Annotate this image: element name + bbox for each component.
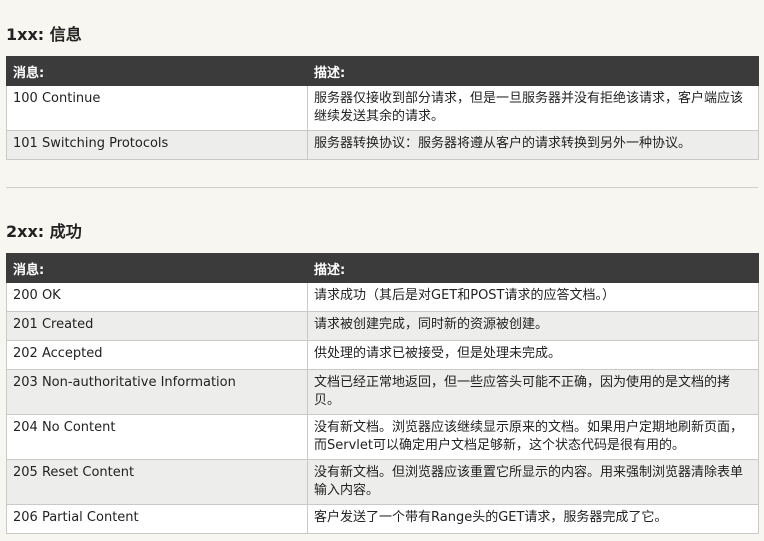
table-row: 205 Reset Content 没有新文档。但浏览器应该重置它所显示的内容。… (6, 459, 759, 505)
column-header-message: 消息: (6, 56, 308, 86)
column-header-message: 消息: (6, 253, 308, 283)
status-description: 文档已经正常地返回，但一些应答头可能不正确，因为使用的是文档的拷贝。 (307, 369, 759, 415)
status-description: 请求成功（其后是对GET和POST请求的应答文档。） (307, 282, 759, 312)
status-table-2xx: 消息: 描述: 200 OK 请求成功（其后是对GET和POST请求的应答文档。… (6, 253, 759, 534)
table-row: 201 Created 请求被创建完成，同时新的资源被创建。 (6, 311, 759, 341)
status-message: 201 Created (6, 311, 308, 341)
table-row: 206 Partial Content 客户发送了一个带有Range头的GET请… (6, 504, 759, 534)
status-message: 206 Partial Content (6, 504, 308, 534)
section-title-1xx: 1xx: 信息 (6, 25, 82, 44)
section-title-2xx: 2xx: 成功 (6, 222, 82, 241)
column-header-description: 描述: (307, 253, 759, 283)
table-row: 203 Non-authoritative Information 文档已经正常… (6, 369, 759, 415)
status-table-1xx: 消息: 描述: 100 Continue 服务器仅接收到部分请求，但是一旦服务器… (6, 56, 759, 160)
table-header-row: 消息: 描述: (6, 56, 759, 86)
table-row: 200 OK 请求成功（其后是对GET和POST请求的应答文档。） (6, 282, 759, 312)
section-divider (6, 187, 758, 188)
status-message: 204 No Content (6, 414, 308, 460)
status-description: 没有新文档。浏览器应该继续显示原来的文档。如果用户定期地刷新页面，而Servle… (307, 414, 759, 460)
status-description: 没有新文档。但浏览器应该重置它所显示的内容。用来强制浏览器清除表单输入内容。 (307, 459, 759, 505)
table-row: 204 No Content 没有新文档。浏览器应该继续显示原来的文档。如果用户… (6, 414, 759, 460)
status-message: 100 Continue (6, 85, 308, 131)
status-message: 203 Non-authoritative Information (6, 369, 308, 415)
table-row: 100 Continue 服务器仅接收到部分请求，但是一旦服务器并没有拒绝该请求… (6, 85, 759, 131)
status-message: 202 Accepted (6, 340, 308, 370)
status-description: 供处理的请求已被接受，但是处理未完成。 (307, 340, 759, 370)
table-header-row: 消息: 描述: (6, 253, 759, 283)
page: 1xx: 信息 消息: 描述: 100 Continue 服务器仅接收到部分请求… (0, 0, 764, 541)
status-description: 客户发送了一个带有Range头的GET请求，服务器完成了它。 (307, 504, 759, 534)
column-header-description: 描述: (307, 56, 759, 86)
status-message: 101 Switching Protocols (6, 130, 308, 160)
status-description: 服务器转换协议：服务器将遵从客户的请求转换到另外一种协议。 (307, 130, 759, 160)
status-message: 205 Reset Content (6, 459, 308, 505)
status-description: 服务器仅接收到部分请求，但是一旦服务器并没有拒绝该请求，客户端应该继续发送其余的… (307, 85, 759, 131)
status-description: 请求被创建完成，同时新的资源被创建。 (307, 311, 759, 341)
status-message: 200 OK (6, 282, 308, 312)
table-row: 202 Accepted 供处理的请求已被接受，但是处理未完成。 (6, 340, 759, 370)
table-row: 101 Switching Protocols 服务器转换协议：服务器将遵从客户… (6, 130, 759, 160)
